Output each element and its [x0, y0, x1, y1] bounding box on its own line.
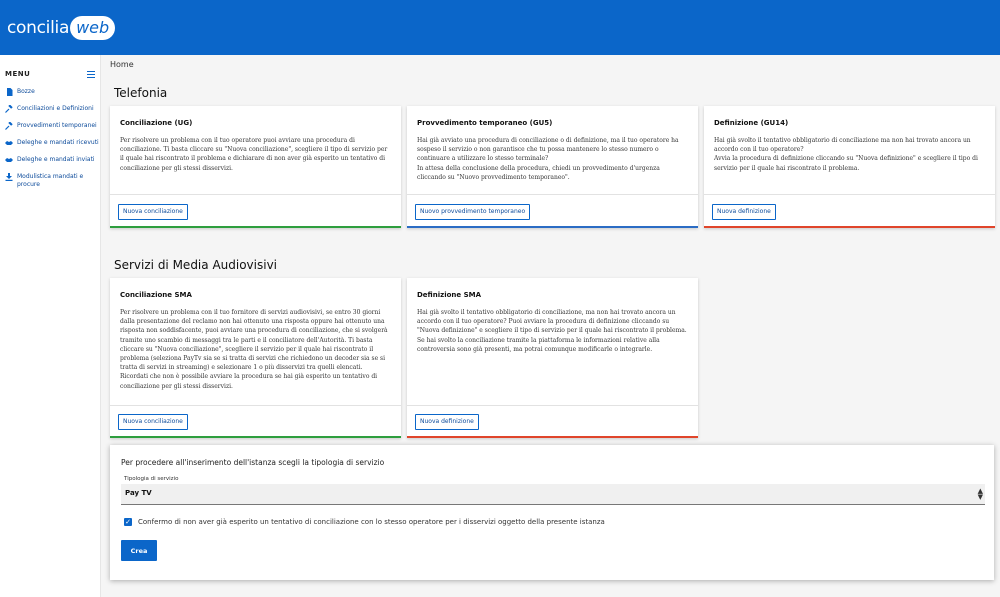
handshake-icon [5, 139, 13, 147]
card-text: Hai già svolto il tentativo obbligatorio… [714, 137, 978, 172]
sidebar-item-label: Modulistica mandati e procure [17, 173, 84, 188]
card-accent-bar [407, 226, 698, 228]
selected-value: Pay TV [125, 489, 152, 497]
logo-text-part1: concilia [7, 18, 70, 38]
card-accent-bar [407, 436, 698, 438]
card-title: Definizione (GU14) [714, 119, 789, 127]
card-title: Provvedimento temporaneo (GU5) [417, 119, 553, 127]
sidebar-item-label: Conciliazioni e Definizioni [17, 105, 94, 112]
handshake-icon [5, 156, 13, 164]
card-accent-bar [110, 436, 401, 438]
form-intro: Per procedere all'inserimento dell'istan… [121, 458, 385, 467]
menu-title: MENU [5, 70, 31, 78]
card-conciliazione-ug: Conciliazione (UG) Per risolvere un prob… [110, 106, 401, 228]
sidebar: MENU Bozze Conciliazioni e Definizioni P… [0, 55, 101, 597]
main-content: Home Telefonia Conciliazione (UG) Per ri… [101, 55, 1000, 597]
nuova-definizione-sma-button[interactable]: Nuova definizione [415, 414, 479, 430]
section-title-sma: Servizi di Media Audiovisivi [114, 258, 278, 272]
sidebar-item-label: Bozze [17, 88, 35, 95]
card-accent-bar [704, 226, 995, 228]
nuova-definizione-button[interactable]: Nuova definizione [712, 204, 776, 220]
sidebar-item-label: Deleghe e mandati inviati [17, 156, 95, 163]
confirm-checkbox-label[interactable]: Confermo di non aver già esperito un ten… [138, 518, 605, 526]
card-title: Conciliazione (UG) [120, 119, 193, 127]
gavel-icon [5, 104, 13, 113]
download-icon [5, 173, 13, 181]
updown-arrow-icon: ▲ ▼ [977, 487, 983, 501]
card-definizione-gu14: Definizione (GU14) Hai già svolto il ten… [704, 106, 995, 228]
card-divider [110, 194, 401, 195]
sidebar-nav: Bozze Conciliazioni e Definizioni Provve… [5, 88, 99, 198]
conciliaweb-logo[interactable]: concilia web [7, 16, 116, 40]
card-divider [407, 194, 698, 195]
card-title: Definizione SMA [417, 291, 482, 299]
service-type-select[interactable]: Pay TV ▲ ▼ [121, 484, 985, 505]
sidebar-item-conciliazioni[interactable]: Conciliazioni e Definizioni [5, 104, 99, 113]
card-definizione-sma: Definizione SMA Hai già svolto il tentat… [407, 278, 698, 438]
sidebar-item-deleghe-ricevuti[interactable]: Deleghe e mandati ricevuti [5, 139, 99, 147]
menu-header: MENU [5, 70, 95, 78]
card-title: Conciliazione SMA [120, 291, 192, 299]
sidebar-item-label: Deleghe e mandati ricevuti [17, 139, 99, 146]
nuova-conciliazione-sma-button[interactable]: Nuova conciliazione [118, 414, 188, 430]
logo-text-part2: web [70, 16, 116, 40]
service-type-label: Tipologia di servizio [124, 476, 179, 482]
nuova-conciliazione-button[interactable]: Nuova conciliazione [118, 204, 188, 220]
sidebar-item-modulistica[interactable]: Modulistica mandati e procure [5, 173, 99, 189]
card-divider [110, 405, 401, 406]
section-title-telefonia: Telefonia [114, 86, 168, 100]
nuovo-provvedimento-button[interactable]: Nuovo provvedimento temporaneo [415, 204, 531, 220]
card-text: Hai già svolto il tentativo obbligatorio… [417, 309, 687, 353]
breadcrumb[interactable]: Home [110, 60, 134, 69]
card-conciliazione-sma: Conciliazione SMA Per risolvere un probl… [110, 278, 401, 438]
confirm-checkbox[interactable]: ✓ [124, 518, 132, 526]
top-header: concilia web [0, 0, 1000, 55]
service-type-form: Per procedere all'inserimento dell'istan… [110, 445, 994, 580]
sidebar-item-deleghe-inviati[interactable]: Deleghe e mandati inviati [5, 156, 99, 164]
sidebar-item-bozze[interactable]: Bozze [5, 88, 99, 96]
card-text: Per risolvere un problema con il tuo ope… [120, 137, 388, 172]
crea-button[interactable]: Crea [121, 540, 157, 561]
document-icon [5, 88, 13, 96]
card-accent-bar [110, 226, 401, 228]
gavel-icon [5, 121, 13, 130]
card-provvedimento-gu5: Provvedimento temporaneo (GU5) Hai già a… [407, 106, 698, 228]
card-text: Per risolvere un problema con il tuo for… [120, 309, 388, 390]
hamburger-icon[interactable] [87, 70, 95, 78]
card-divider [407, 405, 698, 406]
sidebar-item-label: Provvedimenti temporanei [17, 122, 97, 129]
sidebar-item-provvedimenti[interactable]: Provvedimenti temporanei [5, 121, 99, 130]
card-divider [704, 194, 995, 195]
card-text: Hai già avviato una procedura di concili… [417, 137, 679, 181]
